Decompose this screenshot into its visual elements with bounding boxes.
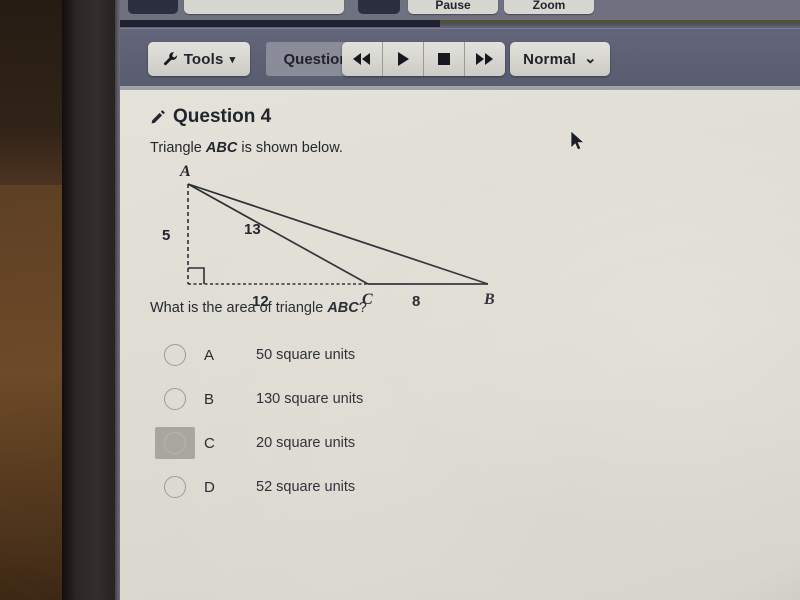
triangle-figure: A C B 5 13 12 8 [142,162,542,317]
option-d-radio[interactable] [164,476,186,498]
option-c-letter: C [204,434,215,452]
svg-text:8: 8 [412,293,420,310]
laptop-screen: Pause Zoom Tools ▾ Question Normal ⌄ Que… [120,0,800,600]
top-field[interactable] [184,0,344,14]
mouse-pointer [570,130,588,159]
speed-select-label: Normal [523,50,577,68]
option-a[interactable]: A 50 square units [164,340,355,370]
question-label-text: Question [283,50,349,68]
option-b[interactable]: B 130 square units [164,384,363,414]
rewind-button[interactable] [342,42,383,76]
top-browser-strip: Pause Zoom [120,0,800,22]
chevron-down-icon: ⌄ [584,50,597,67]
zoom-button-label: Zoom [532,0,566,12]
option-a-letter: A [204,346,215,364]
stop-button[interactable] [424,42,465,76]
prompt-prefix: What is the area of triangle [150,300,328,316]
strip-shadow-dark [120,20,440,27]
intro-prefix: Triangle [150,140,206,156]
photograph-of-screen: Pause Zoom Tools ▾ Question Normal ⌄ Que… [0,0,800,600]
fast-forward-icon [476,53,493,65]
tools-button-label: Tools [183,50,224,68]
option-a-text: 50 square units [256,347,356,363]
option-d-letter: D [204,478,215,496]
top-dark-button-2[interactable] [358,0,400,14]
option-c[interactable]: C 20 square units [155,427,356,459]
stop-icon [438,53,450,65]
option-d[interactable]: D 52 square units [164,472,355,502]
question-content: Question 4 Triangle ABC is shown below. [120,90,800,600]
speed-select[interactable]: Normal ⌄ [510,42,610,76]
test-toolbar: Tools ▾ Question Normal ⌄ [120,28,800,89]
pause-button-label: Pause [435,0,471,12]
page-title: Question 4 [150,106,271,128]
option-b-letter: B [204,390,215,408]
svg-text:13: 13 [244,221,261,238]
svg-text:A: A [179,163,191,180]
chevron-down-icon: ▾ [229,53,236,66]
rewind-icon [353,53,370,65]
option-b-radio[interactable] [164,388,186,410]
intro-suffix: is shown below. [237,140,343,156]
prompt-suffix: ? [358,300,367,316]
question-prompt: What is the area of triangle ABC? [150,300,367,316]
play-icon [398,52,409,66]
top-dark-button-1[interactable] [128,0,178,14]
svg-text:5: 5 [162,227,170,244]
playback-controls [342,42,505,76]
intro-italic: ABC [205,140,238,156]
option-a-radio[interactable] [164,344,186,366]
svg-text:B: B [483,291,495,308]
page-title-text: Question 4 [173,106,272,127]
play-button[interactable] [383,42,424,76]
pencil-icon [150,109,166,125]
room-shadow [0,0,70,185]
laptop-bezel [62,0,120,600]
wrench-icon [163,51,179,67]
option-c-text: 20 square units [256,435,356,451]
forward-button[interactable] [465,42,505,76]
option-d-text: 52 square units [256,479,356,495]
option-b-text: 130 square units [256,391,364,407]
tools-button[interactable]: Tools ▾ [148,42,250,76]
question-intro: Triangle ABC is shown below. [150,140,343,156]
pause-button[interactable]: Pause [408,0,498,14]
prompt-italic: ABC [327,300,359,316]
zoom-button[interactable]: Zoom [504,0,594,14]
option-c-radio[interactable] [164,432,186,454]
